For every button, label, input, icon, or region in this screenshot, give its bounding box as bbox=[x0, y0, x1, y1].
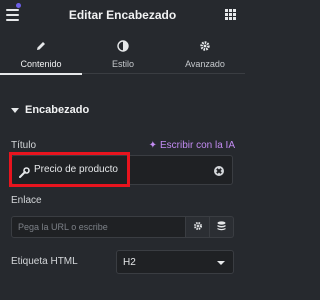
panel-title: Editar Encabezado bbox=[68, 8, 177, 22]
highlight-box bbox=[9, 152, 130, 187]
tab-contenido[interactable]: Contenido bbox=[0, 30, 82, 75]
ai-link-label: Escribir con la IA bbox=[159, 140, 235, 151]
gear-icon bbox=[164, 40, 246, 52]
database-icon bbox=[217, 218, 226, 236]
tab-label: Contenido bbox=[20, 59, 62, 69]
chevron-down-icon bbox=[217, 261, 225, 265]
titulo-label: Título bbox=[11, 140, 37, 151]
pencil-icon bbox=[0, 40, 82, 52]
half-circle-icon bbox=[82, 40, 164, 52]
tab-estilo[interactable]: Estilo bbox=[82, 30, 164, 74]
clear-icon[interactable] bbox=[214, 166, 224, 176]
section-toggle-encabezado[interactable]: Encabezado bbox=[11, 104, 89, 116]
tab-label: Avanzado bbox=[185, 59, 225, 69]
tab-avanzado[interactable]: Avanzado bbox=[164, 30, 246, 74]
etiqueta-label: Etiqueta HTML bbox=[11, 256, 78, 267]
sparkle-icon: ✦ bbox=[148, 140, 157, 151]
dynamic-tags-button[interactable] bbox=[210, 216, 234, 238]
enlace-label: Enlace bbox=[11, 195, 42, 206]
enlace-placeholder: Pega la URL o escribe bbox=[18, 222, 108, 232]
link-options-button[interactable] bbox=[186, 216, 210, 238]
caret-down-icon bbox=[11, 107, 19, 113]
etiqueta-value: H2 bbox=[123, 257, 136, 268]
tab-bar: Contenido Estilo Avanzado bbox=[0, 30, 246, 75]
write-with-ai-link[interactable]: ✦ Escribir con la IA bbox=[149, 140, 235, 151]
apps-grid-icon[interactable] bbox=[225, 9, 236, 20]
gear-icon bbox=[193, 218, 203, 236]
section-title: Encabezado bbox=[25, 104, 90, 116]
tab-label: Estilo bbox=[111, 59, 134, 69]
panel-header: Editar Encabezado bbox=[0, 0, 245, 30]
enlace-input[interactable]: Pega la URL o escribe bbox=[11, 216, 186, 238]
etiqueta-select[interactable]: H2 bbox=[116, 250, 234, 274]
